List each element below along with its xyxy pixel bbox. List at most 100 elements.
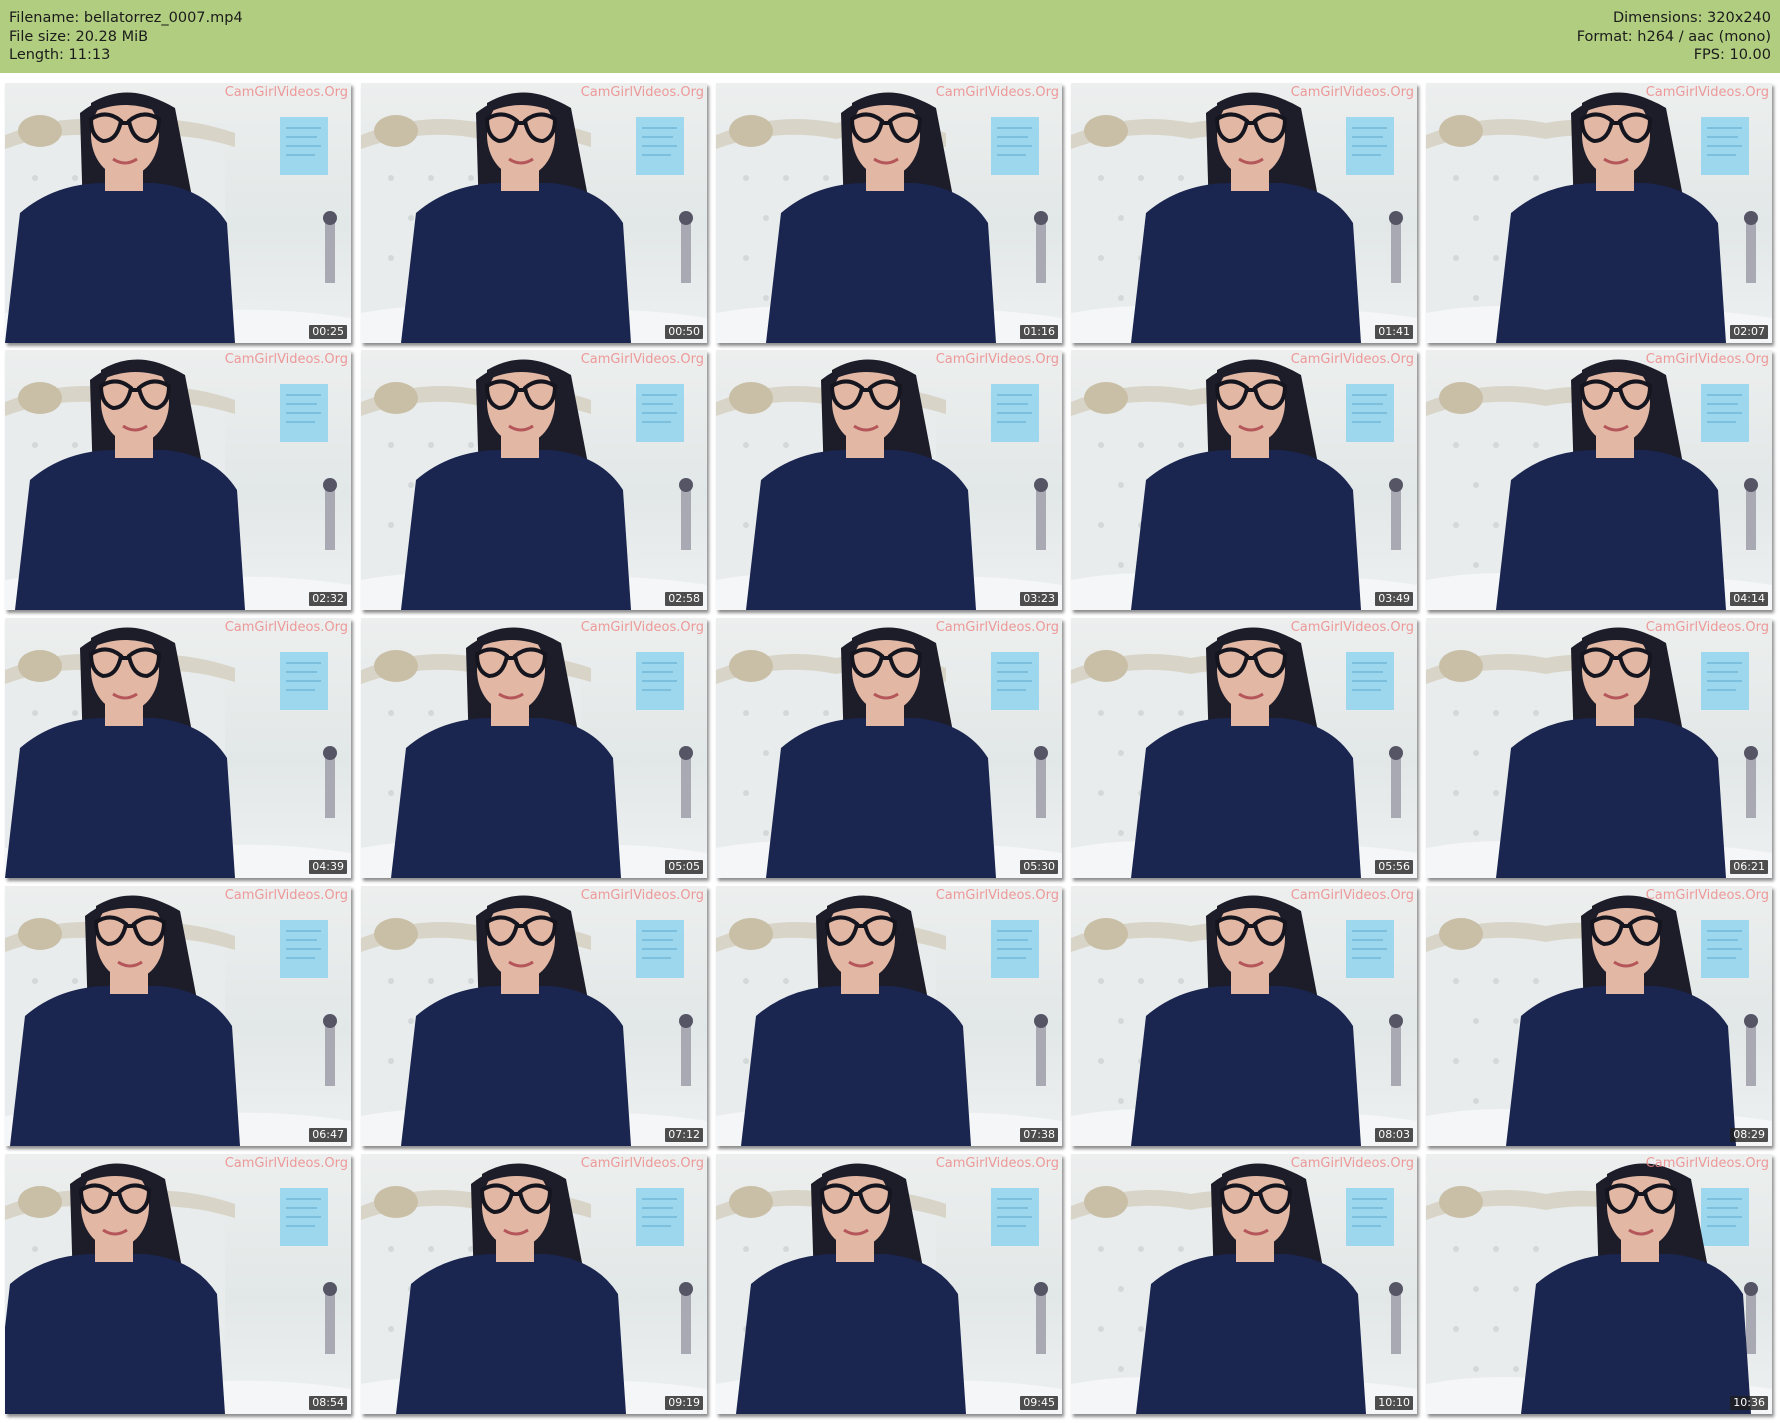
fps-text: FPS: 10.00 (1693, 47, 1771, 63)
thumbnail-frame: CamGirlVideos.Org 09:19 (361, 1154, 707, 1414)
timestamp-label: 03:49 (1375, 592, 1413, 606)
watermark: CamGirlVideos.Org (580, 352, 704, 367)
frame-image (716, 627, 1062, 878)
timestamp-label: 10:36 (1730, 1396, 1768, 1410)
timestamp-label: 08:54 (309, 1396, 347, 1410)
frame-image (5, 92, 351, 343)
frame-image (1426, 359, 1772, 610)
watermark: CamGirlVideos.Org (1645, 85, 1769, 100)
thumbnail-frame: CamGirlVideos.Org 07:38 (716, 886, 1062, 1146)
thumbnail-frame: CamGirlVideos.Org 08:29 (1426, 886, 1772, 1146)
frame-image (716, 359, 1062, 610)
frame-image (1071, 1163, 1417, 1414)
watermark: CamGirlVideos.Org (935, 1156, 1059, 1171)
format-text: Format: h264 / aac (mono) (1576, 28, 1771, 45)
timestamp-label: 07:38 (1020, 1128, 1058, 1142)
frame-image (1426, 1163, 1772, 1414)
thumbnail-frame: CamGirlVideos.Org 05:05 (361, 618, 707, 878)
timestamp-label: 10:10 (1375, 1396, 1413, 1410)
thumbnail-frame: CamGirlVideos.Org 08:54 (5, 1154, 351, 1414)
frame-image (361, 359, 707, 610)
timestamp-label: 05:56 (1375, 860, 1413, 874)
timestamp-label: 04:39 (309, 860, 347, 874)
timestamp-label: 01:16 (1020, 325, 1058, 339)
thumbnail-grid: CamGirlVideos.Org 00:25 CamGirlVideos.Org 0… (0, 73, 1780, 1423)
thumbnail-frame: CamGirlVideos.Org 03:23 (716, 350, 1062, 610)
frame-image (5, 1163, 351, 1414)
thumbnail-frame: CamGirlVideos.Org 01:16 (716, 83, 1062, 343)
thumbnail-frame: CamGirlVideos.Org 05:56 (1071, 618, 1417, 878)
thumbnail-frame: CamGirlVideos.Org 02:32 (5, 350, 351, 610)
frame-image (716, 92, 1062, 343)
timestamp-label: 05:05 (665, 860, 703, 874)
thumbnail-frame: CamGirlVideos.Org 05:30 (716, 618, 1062, 878)
info-header: Filename: bellatorrez_0007.mp4 File size… (0, 0, 1780, 73)
filename-text: Filename: bellatorrez_0007.mp4 (9, 10, 243, 26)
watermark: CamGirlVideos.Org (1645, 888, 1769, 903)
frame-image (1426, 627, 1772, 878)
watermark: CamGirlVideos.Org (224, 352, 348, 367)
watermark: CamGirlVideos.Org (224, 888, 348, 903)
thumbnail-frame: CamGirlVideos.Org 00:25 (5, 83, 351, 343)
watermark: CamGirlVideos.Org (224, 620, 348, 635)
file-info-right: Dimensions: 320x240 Format: h264 / aac (… (1577, 9, 1771, 65)
timestamp-label: 02:32 (309, 592, 347, 606)
dimensions-text: Dimensions: 320x240 (1612, 10, 1771, 26)
watermark: CamGirlVideos.Org (935, 352, 1059, 367)
watermark: CamGirlVideos.Org (1645, 352, 1769, 367)
timestamp-label: 02:58 (665, 592, 703, 606)
frame-image (361, 1163, 707, 1414)
filesize-text: File size: 20.28 MiB (9, 28, 149, 45)
frame-image (361, 627, 707, 878)
thumbnail-frame: CamGirlVideos.Org 07:12 (361, 886, 707, 1146)
frame-image (1071, 627, 1417, 878)
frame-image (1426, 895, 1772, 1146)
frame-image (361, 92, 707, 343)
watermark: CamGirlVideos.Org (224, 85, 348, 100)
watermark: CamGirlVideos.Org (1290, 85, 1414, 100)
watermark: CamGirlVideos.Org (1290, 620, 1414, 635)
thumbnail-frame: CamGirlVideos.Org 02:58 (361, 350, 707, 610)
watermark: CamGirlVideos.Org (935, 888, 1059, 903)
thumbnail-frame: CamGirlVideos.Org 03:49 (1071, 350, 1417, 610)
watermark: CamGirlVideos.Org (1645, 620, 1769, 635)
frame-image (1071, 92, 1417, 343)
timestamp-label: 08:29 (1730, 1128, 1768, 1142)
thumbnail-frame: CamGirlVideos.Org 08:03 (1071, 886, 1417, 1146)
thumbnail-frame: CamGirlVideos.Org 06:47 (5, 886, 351, 1146)
timestamp-label: 00:50 (665, 325, 703, 339)
watermark: CamGirlVideos.Org (580, 1156, 704, 1171)
thumbnail-frame: CamGirlVideos.Org 09:45 (716, 1154, 1062, 1414)
watermark: CamGirlVideos.Org (580, 85, 704, 100)
watermark: CamGirlVideos.Org (1645, 1156, 1769, 1171)
thumbnail-frame: CamGirlVideos.Org 10:10 (1071, 1154, 1417, 1414)
thumbnail-frame: CamGirlVideos.Org 02:07 (1426, 83, 1772, 343)
frame-image (1426, 92, 1772, 343)
timestamp-label: 04:14 (1730, 592, 1768, 606)
thumbnail-frame: CamGirlVideos.Org 04:14 (1426, 350, 1772, 610)
thumbnail-frame: CamGirlVideos.Org 00:50 (361, 83, 707, 343)
watermark: CamGirlVideos.Org (224, 1156, 348, 1171)
timestamp-label: 07:12 (665, 1128, 703, 1142)
frame-image (1071, 359, 1417, 610)
watermark: CamGirlVideos.Org (935, 620, 1059, 635)
thumbnail-frame: CamGirlVideos.Org 04:39 (5, 618, 351, 878)
frame-image (1071, 895, 1417, 1146)
watermark: CamGirlVideos.Org (580, 620, 704, 635)
timestamp-label: 01:41 (1375, 325, 1413, 339)
watermark: CamGirlVideos.Org (1290, 888, 1414, 903)
frame-image (716, 1163, 1062, 1414)
frame-image (5, 895, 351, 1146)
timestamp-label: 00:25 (309, 325, 347, 339)
watermark: CamGirlVideos.Org (1290, 1156, 1414, 1171)
frame-image (5, 627, 351, 878)
timestamp-label: 06:47 (309, 1128, 347, 1142)
thumbnail-frame: CamGirlVideos.Org 10:36 (1426, 1154, 1772, 1414)
watermark: CamGirlVideos.Org (935, 85, 1059, 100)
file-info-left: Filename: bellatorrez_0007.mp4 File size… (9, 9, 243, 65)
thumbnail-frame: CamGirlVideos.Org 06:21 (1426, 618, 1772, 878)
timestamp-label: 06:21 (1730, 860, 1768, 874)
frame-image (361, 895, 707, 1146)
frame-image (5, 359, 351, 610)
timestamp-label: 08:03 (1375, 1128, 1413, 1142)
